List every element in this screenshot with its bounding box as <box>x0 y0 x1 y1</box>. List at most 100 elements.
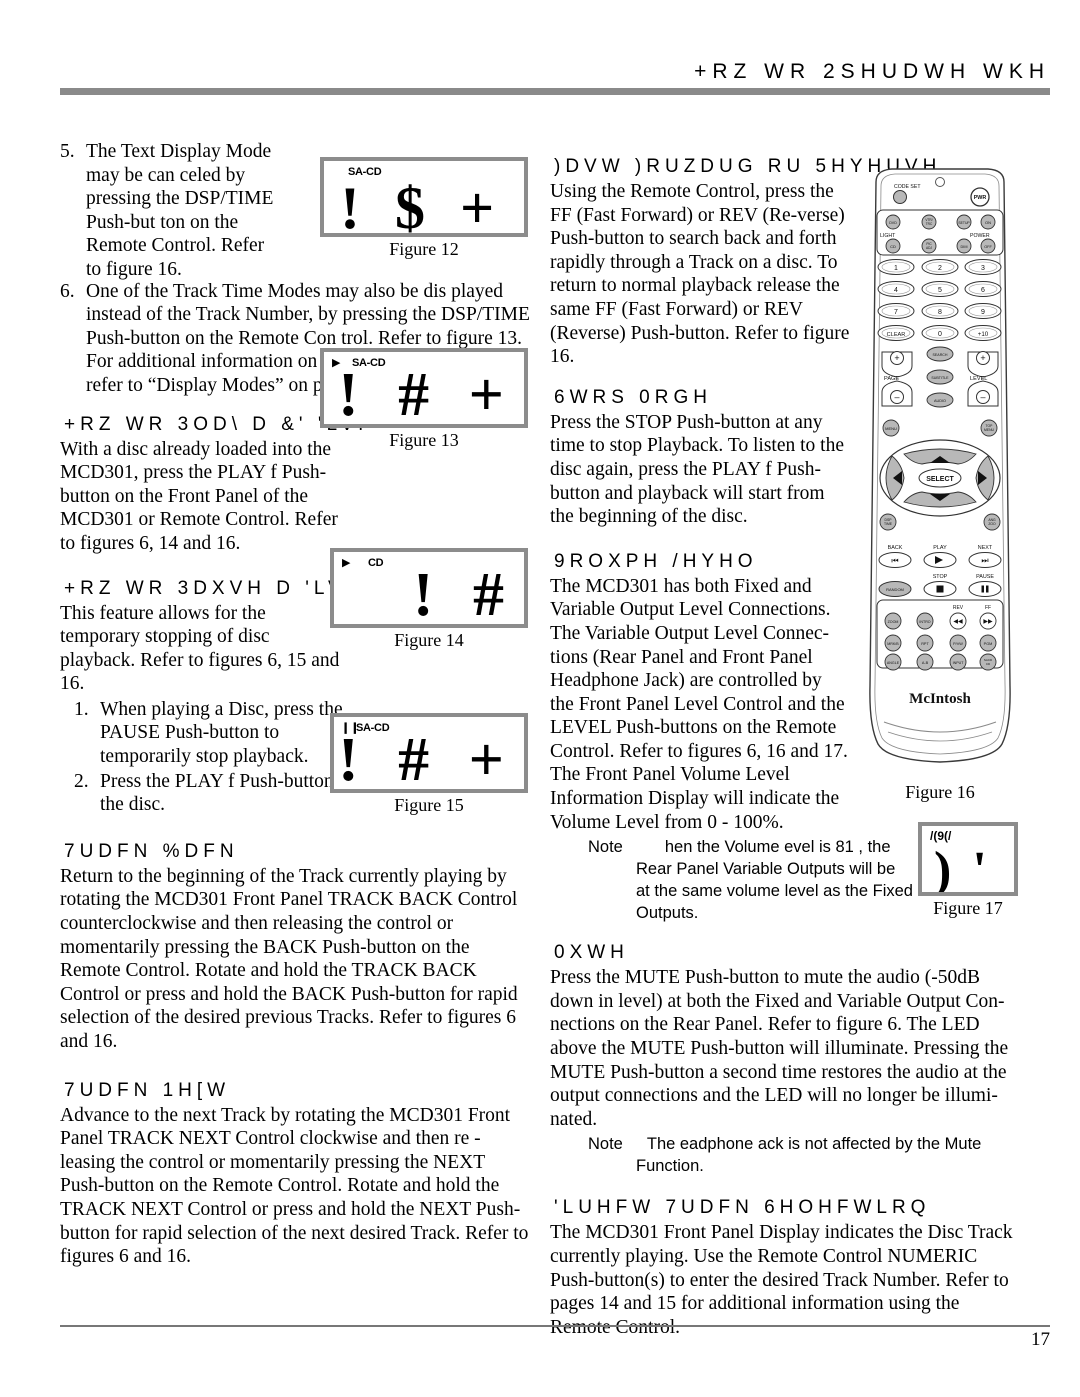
figure-caption: Figure 13 <box>389 430 459 450</box>
key-0-label: 0 <box>938 331 942 338</box>
section-body: Press the MUTE Push-button to mute the a… <box>550 967 1009 1130</box>
figure-caption: Figure 14 <box>394 630 464 650</box>
time-label: TIME <box>884 522 893 526</box>
subtitle-label: SUBTITLE <box>931 376 949 380</box>
section-track-next: 7UDFN 1H[W Advance to the next Track by … <box>60 1080 530 1269</box>
section-heading: 7UDFN 1H[W <box>64 1079 231 1101</box>
ff-label: FF <box>985 605 991 611</box>
section-body: The MCD301 Front Panel Display indicates… <box>550 1222 1013 1338</box>
lcd-digits: ! $ + Ɔ <box>340 175 524 237</box>
next-icon: ⏭ <box>981 556 988 565</box>
key-5-label: 5 <box>938 287 942 294</box>
lcd-digits: ! # <box>412 561 516 628</box>
remote-svg: CODE SET PWR DVD VTR/ TRC SETUP ON LIGHT… <box>869 168 1011 763</box>
figure-caption: Figure 12 <box>389 239 459 259</box>
section-mute: 0XWH Press the MUTE Push-button to mute … <box>550 942 1020 1177</box>
code-set-label: CODE SET <box>894 184 921 190</box>
input-label: INPUT <box>953 661 965 665</box>
vtr-label2: TRC <box>926 222 933 226</box>
level-up-icon: + <box>980 353 985 363</box>
section-body: Using the Remote Control, press the FF (… <box>550 181 850 368</box>
angle-label: ANGLE <box>887 661 900 665</box>
pause-label: PAUSE <box>976 574 994 580</box>
figure-16-caption: Figure 16 <box>905 782 975 802</box>
setup-label: SETUP <box>958 221 970 225</box>
ir-led-icon <box>935 177 945 187</box>
key-plus10-label: +10 <box>978 331 989 338</box>
section-body: The MCD301 has both Fixed and Variable O… <box>550 575 848 833</box>
key-2-label: 2 <box>938 265 942 272</box>
section-direct-track-selection: 'LUHFW 7UDFN 6HOHFWLRQ The MCD301 Front … <box>550 1197 1020 1339</box>
power-label: POWER <box>970 233 990 239</box>
note-label: Note <box>588 838 623 857</box>
lcd-display: ▶ SA-CD ! # + <box>320 348 528 428</box>
key-8-label: 8 <box>938 309 942 316</box>
key-7-label: 7 <box>894 309 898 316</box>
pause-button[interactable] <box>968 581 1002 597</box>
ab-label: A-B <box>922 661 929 665</box>
key-4-label: 4 <box>894 287 898 294</box>
lcd-digits: ! # + <box>338 361 516 428</box>
figure-caption: Figure 17 <box>933 898 1003 918</box>
zoom-label: ZOOM <box>888 620 899 624</box>
audio-label: AUDIO <box>934 399 946 403</box>
figure-14: ▶ CD ! # Figure 14 <box>330 548 528 651</box>
back-label: BACK <box>888 545 903 551</box>
random-label: RANDOM <box>886 587 904 592</box>
stop-icon <box>936 585 944 593</box>
search-label: SEARCH <box>933 353 948 357</box>
mrkb-label: MRK/B <box>887 642 899 646</box>
key-9-label: 9 <box>981 309 985 316</box>
lcd-digits: ) ' <box>934 842 991 896</box>
brand-logo: McIntosh <box>909 691 971 707</box>
list-item-number: 5. <box>60 141 75 162</box>
off-label: OFF <box>984 245 992 249</box>
lcd-format-tag: CD <box>368 557 384 569</box>
section-body: This feature allows for the temporary st… <box>60 602 340 695</box>
section-body: Press the STOP Push-button at any time t… <box>550 411 844 528</box>
note-line: hen the Volume evel is 81 , the <box>664 838 891 857</box>
section-track-back: 7UDFN %DFN Return to the beginning of th… <box>60 841 530 1054</box>
select-label: SELECT <box>926 476 954 483</box>
note-line: The eadphone ack is not affected by the … <box>646 1135 982 1154</box>
mute-note: Note The eadphone ack is not affected by … <box>588 1133 1020 1177</box>
key-6-label: 6 <box>981 287 985 294</box>
page-title: +RZ WR 2SHUDWH WKH <box>694 60 1050 83</box>
list-item-text: When playing a Disc, press the PAUSE Pus… <box>100 698 343 768</box>
footer-divider <box>60 1325 1050 1327</box>
on-label: ON <box>985 220 991 225</box>
lcd-display: ❙❙ SA-CD ! # + <box>330 713 528 793</box>
figure-caption: Figure 15 <box>394 795 464 815</box>
section-heading: 0XWH <box>554 942 629 964</box>
rpt-label: RPT <box>921 642 929 646</box>
list-item: 1. When playing a Disc, press the PAUSE … <box>74 698 349 769</box>
lcd-display: /(9(/ ) ' <box>918 822 1018 896</box>
power-button-label: PWR <box>974 195 987 201</box>
list-item-number: 6. <box>60 280 75 302</box>
pause-icon-bar2 <box>986 585 989 593</box>
cd-label: CD <box>890 244 896 249</box>
ff-icon: ▶▶ <box>983 619 993 625</box>
list-item-number: 1. <box>74 698 89 720</box>
code-set-button[interactable] <box>893 190 907 204</box>
pgm-label: PGM <box>984 642 993 646</box>
figure-12: SA-CD ! $ + Ɔ Figure 12 <box>320 157 528 260</box>
note-line: Function. <box>636 1157 704 1176</box>
menu-label: MENU <box>885 426 897 431</box>
list-item-text: The Text Display Mode may be can celed b… <box>86 141 274 280</box>
level-down-icon: – <box>980 392 985 402</box>
key-3-label: 3 <box>981 265 985 272</box>
header-divider <box>60 88 1050 95</box>
list-item-number: 2. <box>74 770 89 792</box>
back-icon: ⏮ <box>891 556 898 565</box>
stop-label: STOP <box>933 574 948 580</box>
note-label: Note <box>588 1135 623 1154</box>
rev-label: REV <box>953 605 964 611</box>
pause-icon-bar1 <box>981 585 984 593</box>
light-label: LIGHT <box>880 233 896 239</box>
section-heading: 7UDFN %DFN <box>64 840 239 862</box>
dim-label: DIM <box>961 245 968 249</box>
zoo-label: ZOO <box>988 522 996 526</box>
key-clear-label: CLEAR <box>887 332 906 338</box>
key-1-label: 1 <box>894 265 898 272</box>
